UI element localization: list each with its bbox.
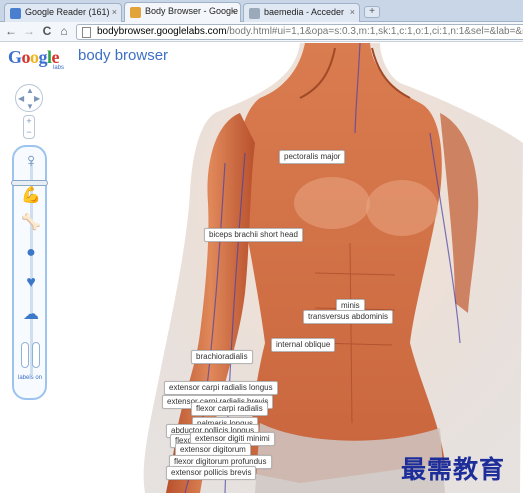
label-flexor-carpi-radialis[interactable]: flexor carpi radialis	[191, 402, 268, 416]
label-biceps-brachii[interactable]: biceps brachii short head	[204, 228, 303, 242]
right-breast	[366, 180, 438, 236]
label-extensor-pollicis-brevis[interactable]: extensor pollicis brevis	[166, 466, 257, 480]
labs-tag: labs	[53, 65, 65, 71]
label-internal-oblique[interactable]: internal oblique	[271, 338, 336, 352]
torso-muscle	[238, 43, 445, 483]
toggle-left[interactable]	[21, 342, 29, 368]
tab-baemedia[interactable]: baemedia - Acceder ×	[243, 3, 360, 22]
tab-google-reader[interactable]: Google Reader (161) ×	[4, 3, 122, 22]
bone-layer-icon[interactable]: 🦴	[20, 212, 42, 234]
toggle-right[interactable]	[32, 342, 40, 368]
google-logo: Google	[8, 47, 60, 68]
page-favicon-icon	[249, 8, 260, 19]
pan-control[interactable]: ▲ ▼ ◀ ▶	[15, 84, 43, 112]
new-tab-button[interactable]: +	[364, 6, 380, 18]
close-tab-icon[interactable]: ×	[350, 7, 355, 17]
body-viewer[interactable]: Google labs body browser ▲ ▼ ◀ ▶ + − ♀ 💪…	[0, 43, 523, 493]
logo-letter: g	[38, 47, 48, 67]
pan-right-icon[interactable]: ▶	[34, 94, 40, 103]
skin-layer-figure-icon[interactable]: ♀	[20, 150, 42, 172]
tab-label: baemedia - Acceder	[264, 7, 345, 17]
reload-icon[interactable]: C	[40, 24, 54, 39]
anatomy-model[interactable]	[0, 43, 523, 493]
pan-down-icon[interactable]: ▼	[26, 102, 34, 111]
label-ext-carpi-rad-longus[interactable]: extensor carpi radialis longus	[164, 381, 278, 395]
left-breast	[294, 177, 370, 229]
url-path: /body.html#ui=1,1&opa=s:0.3,m:1,sk:1,c:1…	[226, 26, 523, 37]
label-brachioradialis[interactable]: brachioradialis	[191, 350, 253, 364]
layer-panel: ♀ 💪 🦴 ● ♥ ☁ labels on	[11, 145, 48, 400]
zoom-out-button[interactable]: −	[24, 127, 34, 138]
page-icon	[82, 27, 91, 38]
layer-toggles[interactable]	[21, 342, 41, 370]
circulatory-layer-icon[interactable]: ♥	[20, 272, 42, 294]
watermark-text: 最需教育	[401, 455, 506, 484]
url-host: bodybrowser.googlelabs.com	[97, 26, 227, 37]
forward-arrow-icon[interactable]: →	[22, 24, 36, 39]
home-icon[interactable]: ⌂	[57, 24, 71, 39]
logo-letter: G	[8, 47, 22, 67]
address-bar[interactable]: bodybrowser.googlelabs.com/body.html#ui=…	[76, 24, 523, 40]
logo-letter: o	[21, 47, 31, 67]
tab-label: Body Browser - Google L...	[145, 6, 240, 16]
close-tab-icon[interactable]: ×	[231, 6, 236, 16]
close-tab-icon[interactable]: ×	[112, 7, 117, 17]
labels-on-toggle[interactable]: labels on	[17, 375, 43, 382]
tab-label: Google Reader (161)	[25, 7, 110, 17]
pan-up-icon[interactable]: ▲	[26, 86, 34, 95]
label-pectoralis-major[interactable]: pectoralis major	[279, 150, 346, 164]
tab-strip: Google Reader (161) × Body Browser - Goo…	[0, 0, 523, 23]
nervous-layer-icon[interactable]: ☁	[20, 304, 42, 326]
pan-left-icon[interactable]: ◀	[18, 94, 24, 103]
organ-layer-icon[interactable]: ●	[20, 242, 42, 264]
zoom-in-button[interactable]: +	[24, 116, 34, 127]
google-reader-favicon-icon	[10, 8, 21, 19]
body-browser-favicon-icon	[130, 7, 141, 18]
logo-letter: o	[30, 47, 39, 67]
zoom-control[interactable]: + −	[23, 115, 35, 139]
muscle-layer-icon[interactable]: 💪	[20, 185, 42, 207]
back-arrow-icon[interactable]: ←	[4, 24, 18, 39]
tab-body-browser[interactable]: Body Browser - Google L... ×	[124, 2, 241, 23]
browser-toolbar: ← → C ⌂ bodybrowser.googlelabs.com/body.…	[0, 22, 523, 42]
label-transversus-abdominis[interactable]: transversus abdominis	[303, 310, 394, 324]
product-title: body browser	[78, 47, 169, 64]
